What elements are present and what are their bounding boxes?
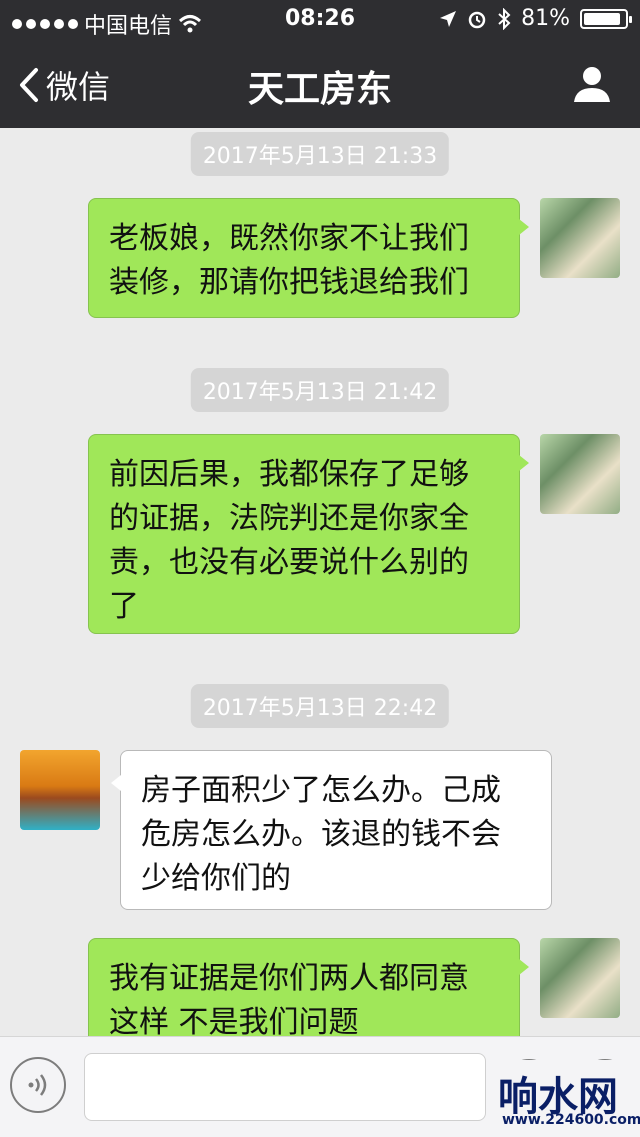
- chat-header: 微信 天工房东: [0, 40, 640, 128]
- chat-title: 天工房东: [247, 69, 392, 110]
- message-line: 少给你们的: [141, 861, 291, 896]
- voice-wave-icon: [28, 1074, 47, 1096]
- received-message-bubble[interactable]: 房子面积少了怎么办。己成 危房怎么办。该退的钱不会 少给你们的: [111, 750, 552, 910]
- message-timestamp: 2017年5月13日 22:42: [190, 684, 450, 728]
- message-line: 前因后果，我都保存了足够: [109, 457, 469, 492]
- alarm-icon: [468, 11, 486, 28]
- status-right: 81%: [439, 6, 632, 31]
- battery-percent: 81%: [521, 6, 570, 31]
- person-icon: [574, 67, 610, 102]
- sent-message-bubble[interactable]: 老板娘，既然你家不让我们 装修，那请你把钱退给我们: [88, 198, 529, 318]
- message-line: 危房怎么办。该退的钱不会: [141, 817, 501, 852]
- message-timestamp: 2017年5月13日 21:33: [190, 132, 450, 176]
- message-line: 的证据，法院判还是你家全: [109, 501, 469, 536]
- my-avatar[interactable]: [540, 938, 620, 1018]
- message-line: 了: [109, 589, 139, 624]
- chat-info-button[interactable]: [572, 64, 612, 104]
- message-line: 装修，那请你把钱退给我们: [109, 265, 469, 300]
- contact-avatar[interactable]: [20, 750, 100, 830]
- battery-icon: [580, 8, 632, 29]
- watermark-url: www.224600.com: [502, 1112, 640, 1128]
- message-line: 老板娘，既然你家不让我们: [109, 221, 469, 256]
- message-line: 责，也没有必要说什么别的: [109, 545, 469, 580]
- site-watermark: 响水网 www.224600.com: [492, 1060, 640, 1136]
- message-text-input[interactable]: [84, 1053, 486, 1121]
- status-bar: 中国电信 08:26 81%: [0, 0, 640, 40]
- bluetooth-icon: [498, 7, 511, 30]
- my-avatar[interactable]: [540, 198, 620, 278]
- voice-input-button[interactable]: [10, 1057, 66, 1113]
- message-timestamp: 2017年5月13日 21:42: [190, 368, 450, 412]
- sent-message-bubble[interactable]: 前因后果，我都保存了足够 的证据，法院判还是你家全 责，也没有必要说什么别的 了: [88, 434, 529, 634]
- message-line: 房子面积少了怎么办。己成: [141, 773, 501, 808]
- location-arrow-icon: [440, 10, 457, 27]
- message-line: 我有证据是你们两人都同意: [109, 961, 469, 996]
- my-avatar[interactable]: [540, 434, 620, 514]
